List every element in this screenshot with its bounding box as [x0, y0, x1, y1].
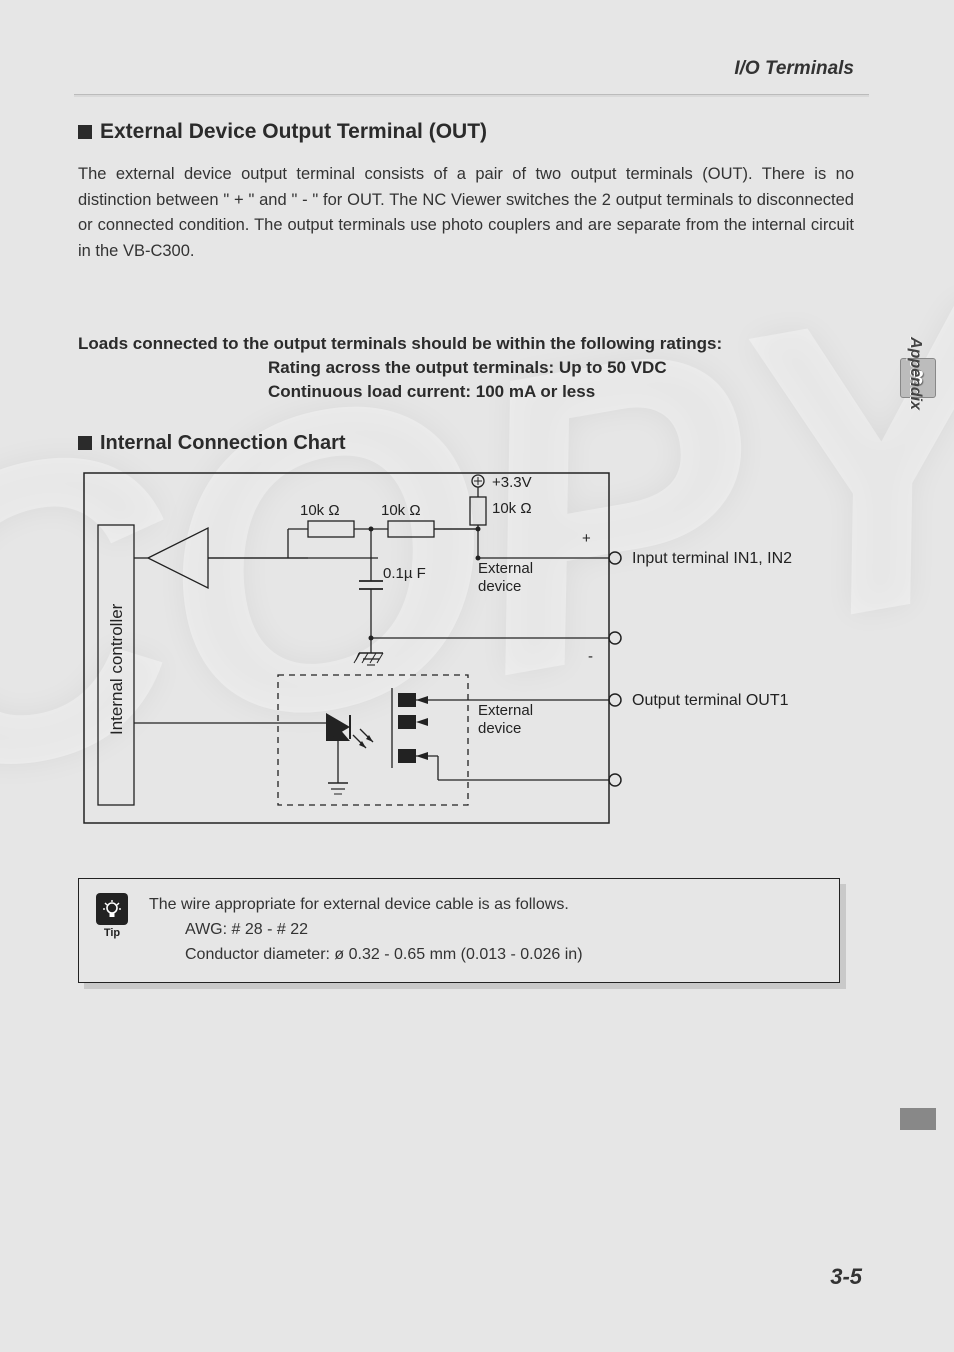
page-content: External Device Output Terminal (OUT) Th… — [78, 120, 854, 983]
ratings-line2: Rating across the output terminals: Up t… — [78, 358, 854, 378]
ratings-line3: Continuous load current: 100 mA or less — [78, 382, 854, 402]
tip-line2: AWG: # 28 - # 22 — [149, 918, 821, 943]
tip-box: Tip The wire appropriate for external de… — [78, 878, 840, 982]
tip-label: Tip — [93, 927, 131, 939]
square-bullet-icon — [78, 125, 92, 139]
label-r2: 10k Ω — [381, 502, 421, 519]
ratings-block: Loads connected to the output terminals … — [78, 334, 854, 402]
tip-line3: Conductor diameter: ø 0.32 - 0.65 mm (0.… — [149, 943, 821, 968]
label-internal-controller: Internal controller — [107, 604, 126, 736]
section-heading-out: External Device Output Terminal (OUT) — [78, 120, 854, 144]
appendix-label: Appendix — [906, 337, 924, 410]
header-breadcrumb: I/O Terminals — [0, 58, 954, 80]
label-input-terminal: Input terminal IN1, IN2 — [632, 550, 792, 567]
section-heading-chart: Internal Connection Chart — [78, 432, 854, 455]
square-bullet-icon — [78, 436, 92, 450]
connection-chart-svg: Internal controller 10k Ω 10k Ω — [78, 463, 838, 833]
section-heading-out-text: External Device Output Terminal (OUT) — [100, 120, 487, 143]
svg-text:device: device — [478, 578, 521, 595]
label-r-pullup: 10k Ω — [492, 500, 532, 517]
svg-text:External: External — [478, 560, 533, 577]
label-cap: 0.1µ F — [383, 565, 426, 582]
label-output-terminal: Output terminal OUT1 — [632, 692, 789, 709]
side-marker — [900, 1108, 936, 1130]
page-number: 3-5 — [830, 1264, 862, 1290]
label-voltage: +3.3V — [492, 474, 532, 491]
section-out-body: The external device output terminal cons… — [78, 162, 854, 264]
header-rule — [74, 94, 869, 97]
lightbulb-icon — [96, 893, 128, 925]
section-heading-chart-text: Internal Connection Chart — [100, 432, 346, 454]
ratings-line1: Loads connected to the output terminals … — [78, 334, 854, 354]
tip-line1: The wire appropriate for external device… — [149, 893, 821, 918]
svg-text:device: device — [478, 720, 521, 737]
label-minus: - — [588, 648, 593, 665]
svg-text:External: External — [478, 702, 533, 719]
label-r1: 10k Ω — [300, 502, 340, 519]
label-plus: + — [582, 530, 591, 547]
tip-icon: Tip — [93, 893, 131, 939]
